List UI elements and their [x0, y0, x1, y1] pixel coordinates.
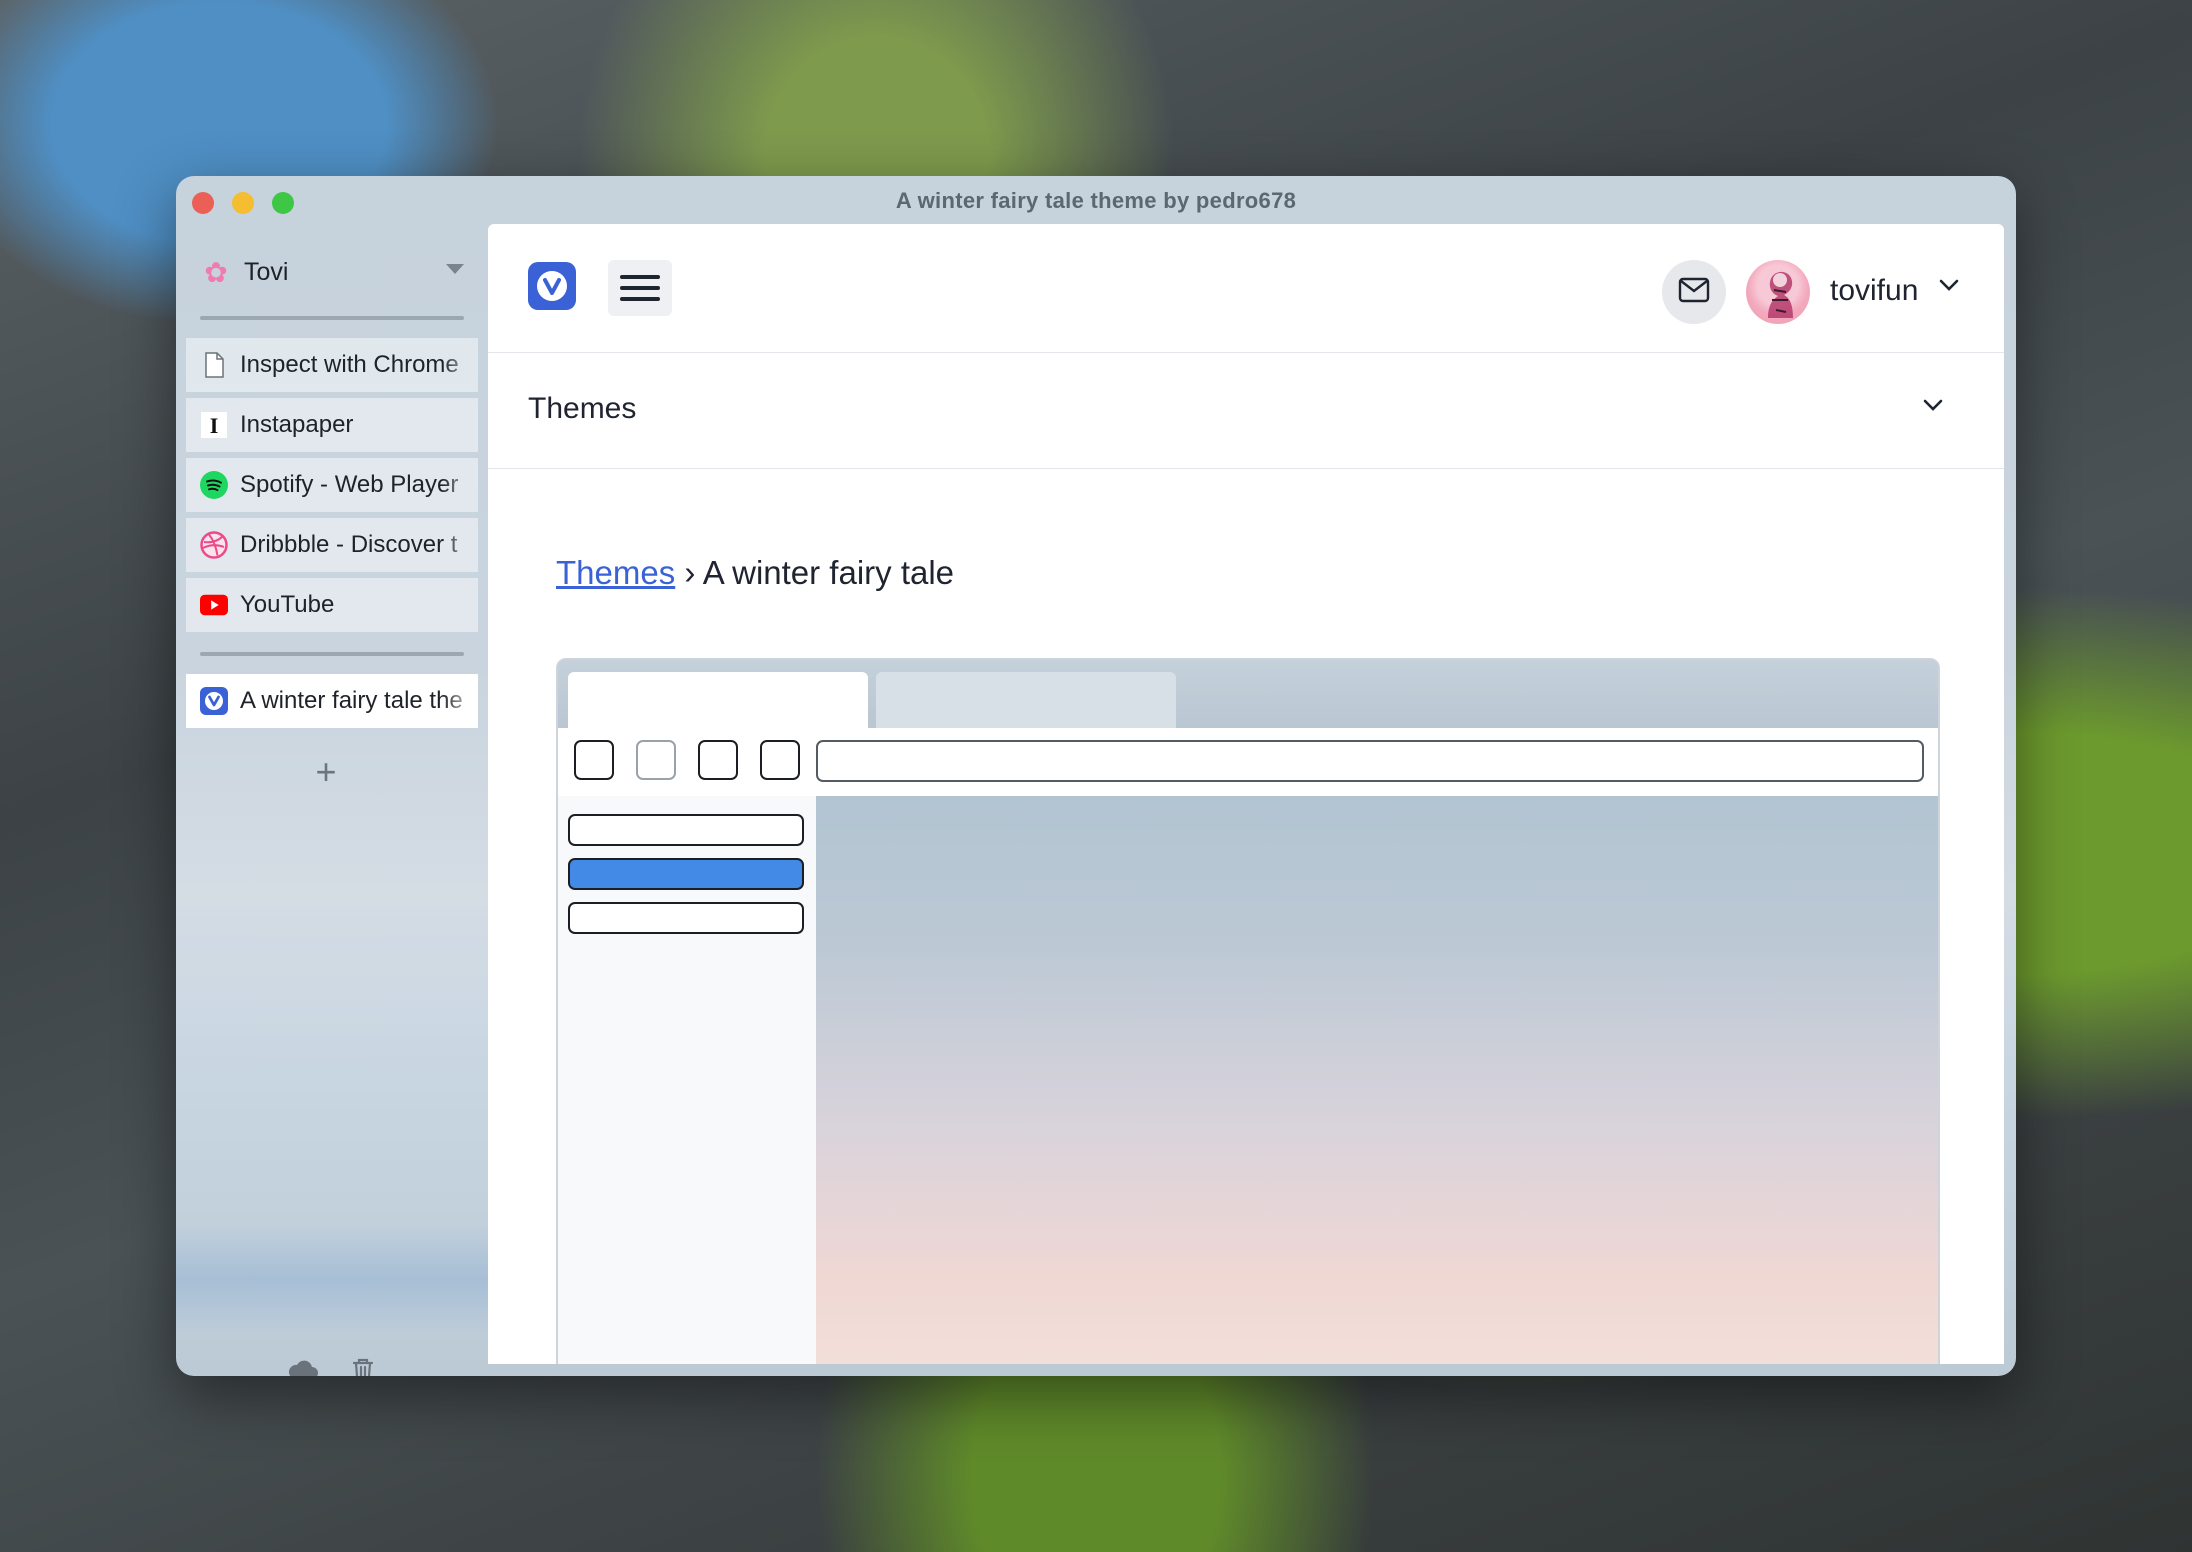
preview-panel-item-selected: [568, 858, 804, 890]
preview-button: [574, 740, 614, 780]
tab-label: Dribbble - Discover t: [240, 531, 458, 558]
username[interactable]: tovifun: [1830, 274, 1918, 308]
tab-label: Instapaper: [240, 411, 354, 438]
preview-address-bar: [816, 740, 1924, 782]
youtube-icon: [200, 591, 228, 619]
web-content: tovifun Themes Themes › A winter fairy t…: [488, 224, 2004, 1364]
breadcrumb: Themes › A winter fairy tale: [556, 554, 954, 592]
preview-tab-inactive: [876, 672, 1176, 728]
preview-tab-active: [568, 672, 868, 728]
tab-label: Inspect with Chrome: [240, 351, 459, 378]
sidebar-tab-instapaper[interactable]: I Instapaper: [186, 398, 478, 452]
preview-button: [636, 740, 676, 780]
sidebar-tab-dribbble[interactable]: Dribbble - Discover t: [186, 518, 478, 572]
breadcrumb-separator: ›: [684, 554, 696, 591]
sidebar-bottom-bar: [286, 1354, 380, 1376]
spotify-icon: [200, 471, 228, 499]
profile-selector[interactable]: ✿ Tovi: [200, 252, 464, 292]
preview-tab-bar: [558, 660, 1938, 728]
sidebar-tab-inspect[interactable]: Inspect with Chrome: [186, 338, 478, 392]
chevron-down-icon[interactable]: [1922, 398, 1944, 417]
dribbble-icon: [200, 531, 228, 559]
menu-hamburger-button[interactable]: [608, 260, 672, 316]
document-icon: [200, 351, 228, 379]
tabs-separator: [200, 652, 464, 656]
window-title: A winter fairy tale theme by pedro678: [895, 188, 1297, 213]
mail-icon: [1678, 277, 1710, 308]
preview-button: [760, 740, 800, 780]
theme-preview: [556, 658, 1940, 1364]
vivaldi-logo-icon[interactable]: [528, 262, 576, 310]
svg-text:I: I: [210, 413, 219, 438]
breadcrumb-current: A winter fairy tale: [702, 554, 955, 591]
preview-button: [698, 740, 738, 780]
tab-sidebar: ✿ Tovi Inspect with Chrome I Instapaper …: [176, 224, 488, 1376]
instapaper-icon: I: [200, 411, 228, 439]
vivaldi-icon: [200, 687, 228, 715]
preview-panel-item: [568, 814, 804, 846]
messages-button[interactable]: [1662, 260, 1726, 324]
trash-icon[interactable]: [346, 1354, 380, 1376]
profile-name: Tovi: [244, 257, 289, 286]
sidebar-tab-spotify[interactable]: Spotify - Web Player: [186, 458, 478, 512]
caret-down-icon[interactable]: [446, 264, 464, 274]
cloud-icon[interactable]: [286, 1354, 320, 1376]
avatar[interactable]: [1746, 260, 1810, 324]
tab-label: A winter fairy tale the: [240, 687, 463, 714]
pinned-separator: [200, 316, 464, 320]
preview-panel: [558, 796, 816, 1364]
chevron-down-icon[interactable]: [1938, 278, 1960, 297]
section-title: Themes: [528, 392, 637, 425]
preview-toolbar: [558, 728, 1938, 796]
site-header: tovifun: [488, 224, 2004, 353]
sidebar-tab-youtube[interactable]: YouTube: [186, 578, 478, 632]
title-bar: A winter fairy tale theme by pedro678: [176, 176, 2016, 224]
browser-window: A winter fairy tale theme by pedro678 ✿ …: [176, 176, 2016, 1376]
themes-section-bar[interactable]: Themes: [488, 352, 2004, 469]
breadcrumb-link-themes[interactable]: Themes: [556, 554, 675, 591]
tab-label: YouTube: [240, 591, 335, 618]
add-tab-button[interactable]: +: [306, 752, 346, 792]
preview-panel-item: [568, 902, 804, 934]
flower-icon: ✿: [204, 256, 228, 288]
sidebar-background-mist: [176, 1224, 488, 1334]
tab-label: Spotify - Web Player: [240, 471, 459, 498]
sidebar-tab-active[interactable]: A winter fairy tale the: [186, 674, 478, 728]
